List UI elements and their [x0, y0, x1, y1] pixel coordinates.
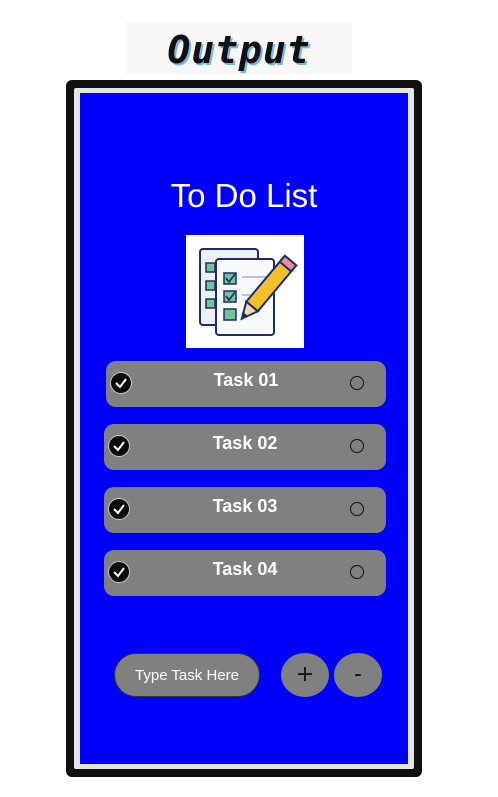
checklist-icon: [186, 235, 304, 348]
add-task-button[interactable]: +: [281, 653, 329, 697]
phone-frame: To Do List Task 01 Task 02 Task 03 Task …: [66, 80, 422, 777]
radio-circle-icon[interactable]: [350, 439, 364, 453]
task-input[interactable]: [114, 653, 260, 697]
radio-circle-icon[interactable]: [350, 565, 364, 579]
task-label: Task 02: [212, 433, 278, 453]
remove-task-button[interactable]: -: [334, 653, 382, 697]
task-item[interactable]: Task 02: [104, 424, 386, 470]
phone-bezel: To Do List Task 01 Task 02 Task 03 Task …: [74, 88, 414, 769]
output-heading: Output: [167, 28, 311, 72]
task-item[interactable]: Task 03: [104, 487, 386, 533]
radio-circle-icon[interactable]: [350, 502, 364, 516]
output-heading-box: Output: [126, 22, 352, 74]
task-item[interactable]: Task 04: [104, 550, 386, 596]
task-label: Task 04: [212, 559, 278, 579]
task-label: Task 03: [212, 496, 278, 516]
app-title: To Do List: [170, 177, 318, 214]
task-item[interactable]: Task 01: [106, 361, 386, 407]
radio-circle-icon[interactable]: [350, 376, 364, 390]
task-label: Task 01: [213, 370, 279, 390]
app-screen: To Do List Task 01 Task 02 Task 03 Task …: [80, 93, 408, 764]
